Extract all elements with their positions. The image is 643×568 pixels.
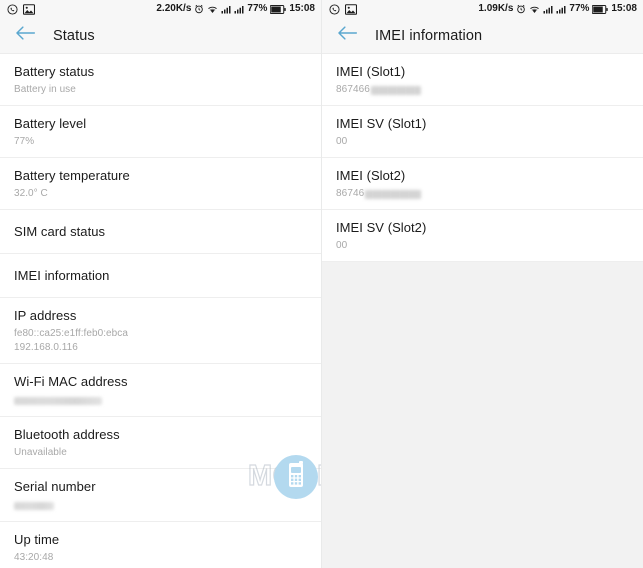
list-item-value: 00 <box>336 240 348 251</box>
page-title: IMEI information <box>375 27 483 44</box>
list-item-title: IMEI (Slot2) <box>336 168 406 183</box>
dual-screenshot-container: 2.20K/s 77% 15:08 Status Battery status … <box>0 0 643 568</box>
back-arrow-icon <box>336 24 358 47</box>
list-item-title: IMEI (Slot1) <box>336 64 406 79</box>
list-item-imei-information[interactable]: IMEI information <box>0 254 321 298</box>
right-phone-screen: 1.09K/s 77% 15:08 IMEI information IMEI … <box>322 0 643 568</box>
list-item-battery-level[interactable]: Battery level 77% <box>0 106 321 158</box>
list-item-value-ipv4: 192.168.0.116 <box>14 342 78 353</box>
list-item-wifi-mac-address[interactable]: Wi-Fi MAC address <box>0 364 321 417</box>
list-item-imei-slot1[interactable]: IMEI (Slot1) 867466 <box>322 54 643 106</box>
list-item-ip-address[interactable]: IP address fe80::ca25:e1ff:feb0:ebca 192… <box>0 298 321 364</box>
photo-icon <box>345 3 357 15</box>
list-item-imei-slot2[interactable]: IMEI (Slot2) 86746 <box>322 158 643 210</box>
right-screen-body: IMEI (Slot1) 867466 IMEI SV (Slot1) 00 I… <box>322 54 643 568</box>
battery-percent-label: 77% <box>569 3 590 14</box>
list-item-value: Battery in use <box>14 84 76 95</box>
list-item-up-time[interactable]: Up time 43:20:48 <box>0 522 321 568</box>
alarm-icon <box>516 4 526 14</box>
imei-redacted-suffix <box>370 85 421 95</box>
left-toolbar: Status <box>0 18 321 54</box>
list-item-title: Battery status <box>14 64 95 79</box>
list-item-title: Battery level <box>14 116 87 131</box>
list-item-value: 43:20:48 <box>14 552 54 563</box>
signal-sim1-icon <box>543 5 553 14</box>
list-item-bluetooth-address[interactable]: Bluetooth address Unavailable <box>0 417 321 469</box>
list-item-title: Serial number <box>14 479 96 494</box>
list-item-imei-sv-slot1[interactable]: IMEI SV (Slot1) 00 <box>322 106 643 158</box>
page-title: Status <box>53 27 95 44</box>
right-list-filler <box>322 262 643 568</box>
back-button[interactable] <box>334 23 360 49</box>
wifi-icon <box>529 5 540 14</box>
photo-icon <box>23 3 35 15</box>
signal-sim2-icon <box>234 5 244 14</box>
list-item-imei-sv-slot2[interactable]: IMEI SV (Slot2) 00 <box>322 210 643 262</box>
imei-visible-prefix: 86746 <box>336 188 365 199</box>
list-item-title: Wi-Fi MAC address <box>14 374 128 389</box>
list-item-value-ipv6: fe80::ca25:e1ff:feb0:ebca <box>14 328 128 339</box>
status-bar-notification-icons <box>7 3 35 15</box>
right-status-bar: 1.09K/s 77% 15:08 <box>322 0 643 18</box>
signal-sim2-icon <box>556 5 566 14</box>
list-item-value: 32.0° C <box>14 188 48 199</box>
clock-label: 15:08 <box>289 3 315 14</box>
list-item-sim-card-status[interactable]: SIM card status <box>0 210 321 254</box>
battery-icon <box>592 4 609 14</box>
list-item-title: SIM card status <box>14 224 106 239</box>
list-item-title: Up time <box>14 532 60 547</box>
left-phone-screen: 2.20K/s 77% 15:08 Status Battery status … <box>0 0 321 568</box>
list-item-value-redacted <box>14 397 102 406</box>
left-status-bar: 2.20K/s 77% 15:08 <box>0 0 321 18</box>
right-toolbar: IMEI information <box>322 18 643 54</box>
list-item-value: 77% <box>14 136 35 147</box>
status-bar-system-icons: 1.09K/s 77% 15:08 <box>478 4 637 14</box>
list-item-title: IMEI SV (Slot1) <box>336 116 427 131</box>
list-item-title: Battery temperature <box>14 168 130 183</box>
list-item-battery-status[interactable]: Battery status Battery in use <box>0 54 321 106</box>
back-arrow-icon <box>14 24 36 47</box>
imei-visible-prefix: 867466 <box>336 84 370 95</box>
status-bar-system-icons: 2.20K/s 77% 15:08 <box>156 4 315 14</box>
signal-sim1-icon <box>221 5 231 14</box>
imei-redacted-suffix <box>365 189 422 199</box>
list-item-serial-number[interactable]: Serial number <box>0 469 321 522</box>
imei-list: IMEI (Slot1) 867466 IMEI SV (Slot1) 00 I… <box>322 54 643 262</box>
whatsapp-icon <box>329 3 340 15</box>
status-list: Battery status Battery in use Battery le… <box>0 54 321 568</box>
clock-label: 15:08 <box>611 3 637 14</box>
battery-percent-label: 77% <box>247 3 268 14</box>
list-item-value: 867466 <box>336 83 629 97</box>
list-item-value-redacted <box>14 502 54 511</box>
list-item-title: IMEI information <box>14 268 110 283</box>
list-item-value: Unavailable <box>14 447 67 458</box>
battery-icon <box>270 4 287 14</box>
status-bar-notification-icons <box>329 3 357 15</box>
alarm-icon <box>194 4 204 14</box>
whatsapp-icon <box>7 3 18 15</box>
list-item-title: IMEI SV (Slot2) <box>336 220 427 235</box>
list-item-battery-temperature[interactable]: Battery temperature 32.0° C <box>0 158 321 210</box>
list-item-value: 00 <box>336 136 348 147</box>
network-speed-label: 2.20K/s <box>156 3 192 14</box>
network-speed-label: 1.09K/s <box>478 3 514 14</box>
left-screen-body: Battery status Battery in use Battery le… <box>0 54 321 568</box>
list-item-value: 86746 <box>336 187 629 201</box>
wifi-icon <box>207 5 218 14</box>
back-button[interactable] <box>12 23 38 49</box>
list-item-title: Bluetooth address <box>14 427 120 442</box>
list-item-title: IP address <box>14 308 77 323</box>
